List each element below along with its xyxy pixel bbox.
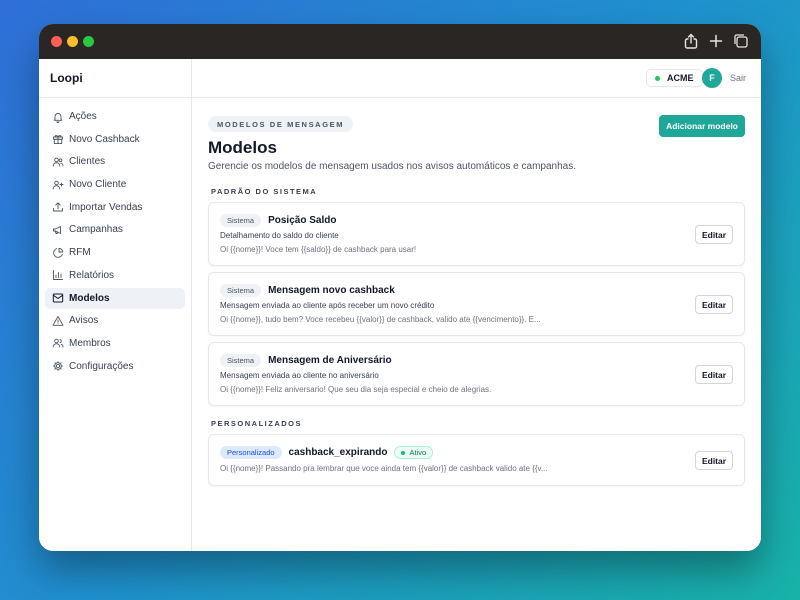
page-description: Gerencie os modelos de mensagem usados n… <box>208 161 576 172</box>
edit-button[interactable]: Editar <box>695 295 733 314</box>
card-header: Sistema Posição Saldo <box>220 214 336 227</box>
sidebar-item-label: Relatórios <box>69 269 115 281</box>
sidebar-item-label: Modelos <box>69 292 110 304</box>
upload-icon <box>52 201 64 213</box>
minimize-window-button[interactable] <box>67 36 78 47</box>
sidebar-item-label: Avisos <box>69 315 99 327</box>
edit-button[interactable]: Editar <box>695 365 733 384</box>
sidebar-item-novo-cliente[interactable]: Novo Cliente <box>45 174 185 195</box>
template-card: Sistema Mensagem novo cashback Mensagem … <box>208 272 745 336</box>
app-window: Loopi Ações Novo Cashback Clientes Novo … <box>39 24 761 551</box>
sidebar-item-avisos[interactable]: Avisos <box>45 310 185 331</box>
sidebar-item-label: Membros <box>69 337 111 349</box>
sidebar-item-membros[interactable]: Membros <box>45 333 185 354</box>
sidebar-item-relatorios[interactable]: Relatórios <box>45 265 185 286</box>
org-name: ACME <box>667 73 694 83</box>
template-preview: Oi {{nome}}! Passando pra lembrar que vo… <box>220 464 548 473</box>
template-name: Mensagem de Aniversário <box>268 355 392 366</box>
card-header: Sistema Mensagem de Aniversário <box>220 354 392 367</box>
sidebar-item-label: Importar Vendas <box>69 201 143 213</box>
template-name: Posição Saldo <box>268 215 337 226</box>
template-description: Detalhamento do saldo do cliente <box>220 231 339 240</box>
org-switcher[interactable]: ACME <box>646 69 703 87</box>
sidebar-item-acoes[interactable]: Ações <box>45 106 185 127</box>
type-badge: Sistema <box>220 284 262 297</box>
users-icon <box>52 156 64 168</box>
template-card: Personalizado cashback_expirando Ativo O… <box>208 434 745 486</box>
tab-overview-icon[interactable] <box>732 32 750 50</box>
page-eyebrow: MODELOS DE MENSAGEM <box>208 116 354 132</box>
status-dot <box>401 450 406 455</box>
sidebar-item-label: RFM <box>69 247 91 259</box>
sidebar-item-label: Novo Cashback <box>69 133 140 145</box>
gift-icon <box>52 133 64 145</box>
members-icon <box>52 337 64 349</box>
sidebar-item-campanhas[interactable]: Campanhas <box>45 219 185 240</box>
pie-chart-icon <box>52 247 64 259</box>
template-name: Mensagem novo cashback <box>268 285 395 296</box>
maximize-window-button[interactable] <box>83 36 94 47</box>
section-label-system: PADRÃO DO SISTEMA <box>211 187 318 196</box>
app-logo: Loopi <box>39 59 191 98</box>
sidebar-item-label: Campanhas <box>69 224 123 236</box>
avatar[interactable]: F <box>702 68 722 88</box>
edit-button[interactable]: Editar <box>695 451 733 470</box>
sidebar-item-importar-vendas[interactable]: Importar Vendas <box>45 197 185 218</box>
card-header: Personalizado cashback_expirando Ativo <box>220 446 434 459</box>
template-preview: Oi {{nome}}, tudo bem? Voce recebeu {{va… <box>220 315 541 324</box>
new-tab-icon[interactable] <box>707 32 725 50</box>
template-name: cashback_expirando <box>288 447 388 458</box>
card-header: Sistema Mensagem novo cashback <box>220 284 395 297</box>
sidebar-item-rfm[interactable]: RFM <box>45 242 185 263</box>
template-preview: Oi {{nome}}! Feliz aniversario! Que seu … <box>220 385 492 394</box>
megaphone-icon <box>52 224 64 236</box>
close-window-button[interactable] <box>51 36 62 47</box>
bar-chart-icon <box>52 269 64 281</box>
section-label-custom: PERSONALIZADOS <box>211 419 303 428</box>
bell-icon <box>52 111 64 123</box>
sidebar-item-label: Clientes <box>69 156 106 168</box>
template-description: Mensagem enviada ao cliente no aniversár… <box>220 371 379 380</box>
status-badge: Ativo <box>394 446 434 459</box>
add-template-button[interactable]: Adicionar modelo <box>659 115 745 137</box>
sidebar-item-clientes[interactable]: Clientes <box>45 151 185 172</box>
org-status-dot <box>655 75 660 81</box>
top-bar: ACME F Sair <box>192 59 761 98</box>
share-icon[interactable] <box>682 32 700 50</box>
sidebar-item-novo-cashback[interactable]: Novo Cashback <box>45 129 185 150</box>
template-description: Mensagem enviada ao cliente após receber… <box>220 301 435 310</box>
page-title: Modelos <box>208 138 277 157</box>
type-badge: Sistema <box>220 214 262 227</box>
template-card: Sistema Mensagem de Aniversário Mensagem… <box>208 342 745 406</box>
sidebar: Loopi Ações Novo Cashback Clientes Novo … <box>39 59 192 551</box>
logout-link[interactable]: Sair <box>730 73 746 83</box>
status-label: Ativo <box>409 448 427 457</box>
sidebar-item-label: Ações <box>69 111 97 122</box>
main-content: MODELOS DE MENSAGEM Adicionar modelo Mod… <box>192 98 761 551</box>
sidebar-item-label: Configurações <box>69 360 134 372</box>
sidebar-item-label: Novo Cliente <box>69 179 127 191</box>
message-icon <box>52 292 64 304</box>
alert-triangle-icon <box>52 315 64 327</box>
template-card: Sistema Posição Saldo Detalhamento do sa… <box>208 202 745 266</box>
type-badge: Personalizado <box>220 446 282 459</box>
edit-button[interactable]: Editar <box>695 225 733 244</box>
sidebar-nav: Ações Novo Cashback Clientes Novo Client… <box>39 98 191 386</box>
user-plus-icon <box>52 179 64 191</box>
sidebar-item-modelos[interactable]: Modelos <box>45 287 185 309</box>
type-badge: Sistema <box>220 354 262 367</box>
gear-icon <box>52 360 64 372</box>
title-bar <box>39 24 761 59</box>
sidebar-item-configuracoes[interactable]: Configurações <box>45 356 185 377</box>
template-preview: Oi {{nome}}! Voce tem {{saldo}} de cashb… <box>220 245 417 254</box>
